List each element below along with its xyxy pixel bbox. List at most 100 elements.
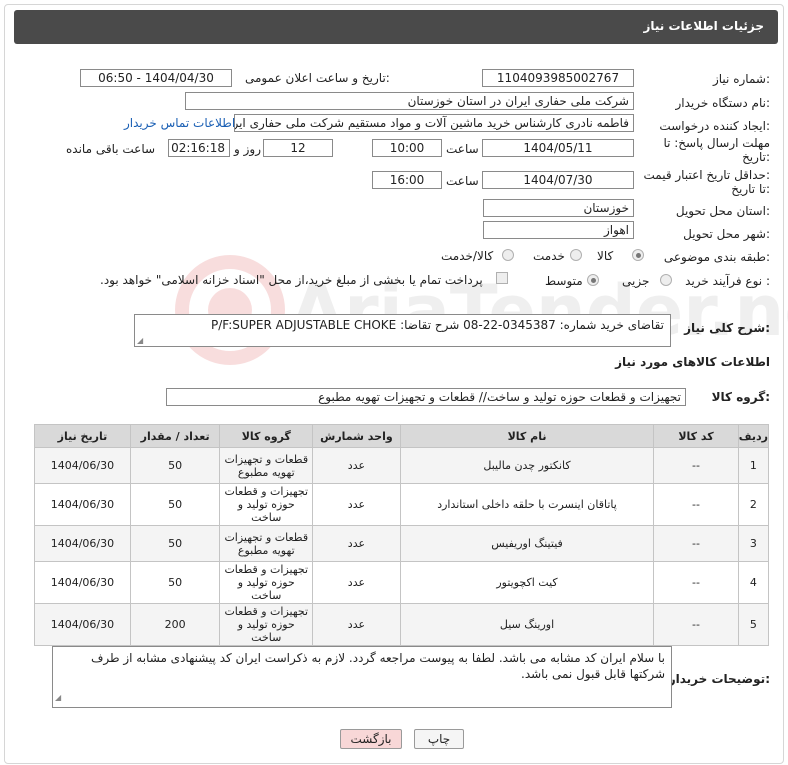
goods-section-title: اطلاعات کالاهای مورد نیاز — [615, 355, 770, 369]
table-row: 4 -- کیت اکچویتور عدد تجهیزات و قطعات حو… — [34, 561, 770, 604]
cell-name: فیتینگ اوریفیس — [399, 525, 655, 562]
page-title: جزئیات اطلاعات نیاز — [643, 19, 764, 33]
col-unit: واحد شمارش — [312, 424, 401, 448]
process-radio-minor[interactable] — [660, 274, 672, 286]
table-row: 3 -- فیتینگ اوریفیس عدد قطعات و تجهیزات … — [34, 525, 770, 562]
cell-code: -- — [653, 447, 739, 484]
cell-unit: عدد — [312, 483, 401, 526]
resize-grip-icon[interactable]: ◢ — [55, 690, 61, 706]
remaining-time-field: 02:16:18 — [168, 139, 230, 157]
need-number-field: 1104093985002767 — [482, 69, 634, 87]
reply-time-label: ساعت — [446, 142, 479, 156]
cell-qty: 50 — [129, 525, 221, 562]
cell-qty: 50 — [129, 561, 221, 604]
treasury-payment-note: پرداخت تمام یا بخشی از مبلغ خرید،از محل … — [100, 273, 483, 287]
cell-qty: 50 — [129, 447, 221, 484]
reply-deadline-label-date: تاریخ: — [742, 150, 770, 164]
process-option-minor: جزیی — [622, 274, 650, 288]
process-radio-medium[interactable] — [587, 274, 599, 286]
cell-group: تجهیزات و قطعات حوزه تولید و ساخت — [219, 603, 314, 646]
cell-group: تجهیزات و قطعات حوزه تولید و ساخت — [219, 561, 314, 604]
days-remaining-field: 12 — [263, 139, 333, 157]
category-option-goods: کالا — [597, 249, 614, 263]
goods-table: ردیف کد کالا نام کالا واحد شمارش گروه کا… — [34, 424, 770, 646]
cell-unit: عدد — [312, 603, 401, 646]
col-row: ردیف — [737, 424, 770, 448]
price-validity-date-field: 1404/07/30 — [482, 171, 634, 189]
cell-date: 1404/06/30 — [34, 561, 131, 604]
price-validity-time-label: ساعت — [446, 174, 479, 188]
cell-qty: 50 — [129, 483, 221, 526]
table-row: 1 -- کانکتور چدن مالیبل عدد قطعات و تجهی… — [34, 447, 770, 484]
need-number-label: شماره نیاز: — [712, 72, 770, 86]
announce-datetime-field: 1404/04/30 - 06:50 — [80, 69, 232, 87]
cell-group: قطعات و تجهیزات تهویه مطبوع — [219, 525, 314, 562]
cell-date: 1404/06/30 — [34, 603, 131, 646]
creator-label: ایجاد کننده درخواست: — [659, 119, 770, 133]
city-field: اهواز — [483, 221, 634, 239]
remaining-time-label: ساعت باقی مانده — [66, 142, 156, 156]
resize-grip-icon[interactable]: ◢ — [137, 336, 143, 345]
reply-deadline-label: مهلت ارسال پاسخ: تا — [663, 136, 770, 150]
col-qty: تعداد / مقدار — [129, 424, 221, 448]
description-label: شرح کلی نیاز: — [684, 321, 770, 335]
price-validity-label-date: تا تاریخ: — [731, 182, 770, 196]
cell-group: تجهیزات و قطعات حوزه تولید و ساخت — [219, 483, 314, 526]
process-label: نوع فرآیند خرید : — [685, 274, 770, 288]
cell-name: کیت اکچویتور — [399, 561, 655, 604]
category-option-goods-service: کالا/خدمت — [441, 249, 494, 263]
cell-date: 1404/06/30 — [34, 447, 131, 484]
table-header-row: ردیف کد کالا نام کالا واحد شمارش گروه کا… — [34, 424, 770, 448]
price-validity-label: حداقل تاریخ اعتبار قیمت: — [643, 168, 770, 182]
col-group: گروه کالا — [219, 424, 314, 448]
description-text: تقاضای خرید شماره: 0345387-22-08 شرح تقا… — [210, 318, 664, 332]
cell-group: قطعات و تجهیزات تهویه مطبوع — [219, 447, 314, 484]
buyer-notes-label: توضیحات خریدار: — [668, 672, 770, 686]
cell-row: 3 — [737, 525, 770, 562]
cell-name: اورینگ سیل — [399, 603, 655, 646]
col-date: تاریخ نیاز — [34, 424, 131, 448]
category-radio-service[interactable] — [570, 249, 582, 261]
cell-unit: عدد — [312, 561, 401, 604]
buyer-notes-text: با سلام ایران کد مشابه می باشد. لطفا به … — [90, 651, 665, 681]
print-button[interactable]: چاپ — [414, 729, 464, 749]
goods-group-label: گروه کالا: — [711, 390, 770, 404]
category-radio-goods[interactable] — [632, 249, 644, 261]
cell-row: 1 — [737, 447, 770, 484]
reply-time-field: 10:00 — [372, 139, 442, 157]
back-button[interactable]: بازگشت — [340, 729, 402, 749]
description-field: تقاضای خرید شماره: 0345387-22-08 شرح تقا… — [134, 314, 671, 347]
table-row: 2 -- پاتاقان اینسرت با حلقه داخلی استاند… — [34, 483, 770, 526]
days-label: روز و — [234, 142, 261, 156]
province-field: خوزستان — [483, 199, 634, 217]
cell-row: 2 — [737, 483, 770, 526]
category-radio-goods-service[interactable] — [502, 249, 514, 261]
buyer-contact-link[interactable]: اطلاعات تماس خریدار — [124, 116, 235, 130]
cell-row: 4 — [737, 561, 770, 604]
col-name: نام کالا — [399, 424, 655, 448]
page-header: جزئیات اطلاعات نیاز — [14, 10, 778, 44]
province-label: استان محل تحویل: — [675, 204, 770, 218]
treasury-payment-checkbox[interactable] — [496, 272, 508, 284]
cell-name: پاتاقان اینسرت با حلقه داخلی استاندارد — [399, 483, 655, 526]
cell-code: -- — [653, 603, 739, 646]
cell-name: کانکتور چدن مالیبل — [399, 447, 655, 484]
price-validity-time-field: 16:00 — [372, 171, 442, 189]
category-label: طبقه بندی موضوعی: — [663, 250, 770, 264]
buyer-notes-field: با سلام ایران کد مشابه می باشد. لطفا به … — [52, 646, 672, 708]
col-code: کد کالا — [653, 424, 739, 448]
cell-qty: 200 — [129, 603, 221, 646]
buyer-org-field: شرکت ملی حفاری ایران در استان خوزستان — [185, 92, 634, 110]
creator-field: فاطمه نادری کارشناس خرید ماشین آلات و مو… — [234, 114, 634, 132]
goods-group-field: تجهیزات و قطعات حوزه تولید و ساخت// قطعا… — [166, 388, 686, 406]
cell-code: -- — [653, 561, 739, 604]
cell-code: -- — [653, 483, 739, 526]
cell-date: 1404/06/30 — [34, 483, 131, 526]
process-option-medium: متوسط — [545, 274, 583, 288]
category-option-service: خدمت — [533, 249, 565, 263]
cell-date: 1404/06/30 — [34, 525, 131, 562]
cell-unit: عدد — [312, 447, 401, 484]
buyer-org-label: نام دستگاه خریدار: — [675, 96, 771, 110]
cell-row: 5 — [737, 603, 770, 646]
table-row: 5 -- اورینگ سیل عدد تجهیزات و قطعات حوزه… — [34, 603, 770, 646]
